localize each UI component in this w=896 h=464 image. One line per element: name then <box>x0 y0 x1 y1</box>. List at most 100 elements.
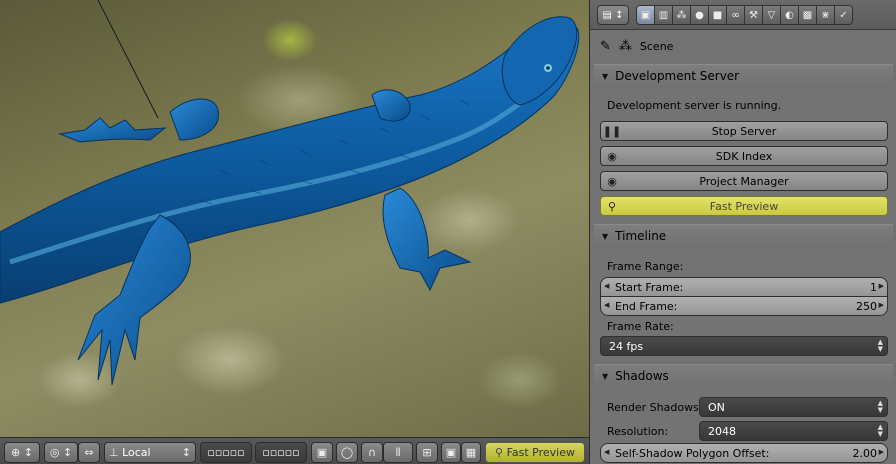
frame-rate-select[interactable]: 24 fps ▲ ▼ <box>600 336 888 356</box>
project-manager-label: Project Manager <box>699 174 789 188</box>
camera-icon: ▣ <box>445 446 457 459</box>
updown-arrows-icon: ↕ <box>23 446 33 459</box>
breadcrumb-scene: Scene <box>639 39 674 53</box>
layers-group-2[interactable]: ▫▫▫▫▫ <box>255 442 307 463</box>
tab-physics[interactable]: ✓ <box>834 5 853 25</box>
increment-arrow-icon[interactable]: ▶ <box>879 448 884 456</box>
magnifier-icon: ⚲ <box>607 199 617 213</box>
scene-icon: ⁂ <box>676 9 687 21</box>
panel-header-shadows[interactable]: ▼ Shadows <box>594 365 893 387</box>
updown-arrows-icon: ↕ <box>62 446 73 459</box>
panel-shadows: ▼ Shadows Render Shadows: ON ▲ ▼ Resoluti… <box>594 364 893 464</box>
end-frame-label: End Frame: <box>615 299 678 313</box>
collapse-triangle-icon: ▼ <box>602 231 609 241</box>
panel-header-timeline[interactable]: ▼ Timeline <box>594 225 893 247</box>
snap-element-icon: ⫴ <box>395 445 401 459</box>
tab-render-layers[interactable]: ▥ <box>654 5 673 25</box>
layers-icon: ▥ <box>658 9 669 21</box>
snap-toggle[interactable]: ∩ <box>361 442 383 463</box>
end-frame-field[interactable]: ◀ End Frame: 250 ▶ <box>600 296 888 316</box>
editor-type-button[interactable]: ⊕ ↕ <box>4 442 40 463</box>
sdk-index-button[interactable]: ◉ SDK Index <box>600 146 888 166</box>
increment-arrow-icon[interactable]: ▶ <box>879 301 884 309</box>
stop-server-label: Stop Server <box>711 124 777 138</box>
properties-editor: ▤ ↕ ▣ ▥ ⁂ ● ■ ∞ ⚒ ▽ ◐ ▩ ⋇ ✓ ✎ ⁂ Scene ▼ … <box>589 0 896 464</box>
updown-arrows-icon: ↕ <box>615 9 624 21</box>
grid-icon: ⊞ <box>422 446 432 459</box>
start-frame-field[interactable]: ◀ Start Frame: 1 ▶ <box>600 277 888 297</box>
material-icon: ◐ <box>785 9 794 21</box>
updown-arrows-icon: ▲ ▼ <box>877 423 883 438</box>
tab-constraints[interactable]: ∞ <box>726 5 745 25</box>
proportional-edit-button[interactable]: ◯ <box>336 442 358 463</box>
layers-icon: ▫▫▫▫▫ <box>262 446 300 459</box>
snap-element-select[interactable]: ⫴ <box>383 442 413 463</box>
layer-lock-button[interactable]: ▣ <box>311 442 333 463</box>
orientation-select[interactable]: ⊥ Local ↕ <box>104 442 196 463</box>
chain-icon: ∞ <box>731 9 740 21</box>
collapse-triangle-icon: ▼ <box>602 371 609 381</box>
properties-editor-icon: ▤ <box>602 9 612 21</box>
wrench-icon: ⚒ <box>749 9 758 21</box>
magnifier-icon: ⚲ <box>495 446 504 459</box>
tab-texture[interactable]: ▩ <box>798 5 817 25</box>
panel-header-development-server[interactable]: ▼ Development Server <box>594 65 893 87</box>
frame-rate-value: 24 fps <box>609 339 644 353</box>
self-shadow-offset-value: 2.00 <box>852 446 878 460</box>
frame-range-label: Frame Range: <box>607 260 684 273</box>
fast-preview-header-label: Fast Preview <box>506 446 575 459</box>
stop-server-button[interactable]: ❚❚ Stop Server <box>600 121 888 141</box>
fast-preview-label: Fast Preview <box>709 199 779 213</box>
layers-icon: ▫▫▫▫▫ <box>207 446 245 459</box>
tab-material[interactable]: ◐ <box>780 5 799 25</box>
orientation-label: Local <box>122 446 151 459</box>
tab-world[interactable]: ● <box>690 5 709 25</box>
project-manager-button[interactable]: ◉ Project Manager <box>600 171 888 191</box>
tab-object[interactable]: ■ <box>708 5 727 25</box>
server-status-text: Development server is running. <box>607 99 782 112</box>
circle-icon: ◯ <box>340 446 354 459</box>
clapper-icon: ▦ <box>465 446 477 459</box>
panel-development-server: ▼ Development Server Development server … <box>594 64 893 220</box>
updown-arrows-icon: ↕ <box>181 446 191 459</box>
manipulator-toggle[interactable]: ⇔ <box>78 442 100 463</box>
particles-icon: ⋇ <box>821 9 830 21</box>
render-shadows-label: Render Shadows: <box>607 401 703 414</box>
decrement-arrow-icon[interactable]: ◀ <box>604 448 609 456</box>
magnet-icon: ∩ <box>367 446 377 459</box>
fast-preview-header-button[interactable]: ⚲ Fast Preview <box>485 442 585 463</box>
scene-icon: ⁂ <box>618 38 632 54</box>
self-shadow-offset-label: Self-Shadow Polygon Offset: <box>615 446 770 460</box>
url-icon: ◉ <box>607 174 617 188</box>
collapse-triangle-icon: ▼ <box>602 71 609 81</box>
editor-type-button[interactable]: ▤ ↕ <box>597 5 629 25</box>
render-anim-button[interactable]: ▦ <box>461 442 481 463</box>
resolution-select[interactable]: 2048 ▲ ▼ <box>699 421 888 441</box>
pivot-icon: ◎ <box>49 446 60 459</box>
frame-rate-label: Frame Rate: <box>607 320 674 333</box>
3d-viewport[interactable] <box>0 0 589 437</box>
updown-arrows-icon: ▲ ▼ <box>877 399 883 414</box>
tab-modifiers[interactable]: ⚒ <box>744 5 763 25</box>
tab-data[interactable]: ▽ <box>762 5 781 25</box>
camera-icon: ▣ <box>640 9 651 21</box>
tab-scene[interactable]: ⁂ <box>672 5 691 25</box>
increment-arrow-icon[interactable]: ▶ <box>879 282 884 290</box>
pivot-point-button[interactable]: ◎ ↕ <box>44 442 78 463</box>
start-frame-label: Start Frame: <box>615 280 684 294</box>
render-camera-button[interactable]: ▣ <box>441 442 461 463</box>
fast-preview-button[interactable]: ⚲ Fast Preview <box>600 196 888 216</box>
snap-target-button[interactable]: ⊞ <box>416 442 438 463</box>
pin-icon[interactable]: ✎ <box>600 39 611 54</box>
physics-icon: ✓ <box>839 9 848 21</box>
decrement-arrow-icon[interactable]: ◀ <box>604 301 609 309</box>
panel-title: Shadows <box>615 369 669 383</box>
lizard-model <box>0 0 580 386</box>
tab-particles[interactable]: ⋇ <box>816 5 835 25</box>
panel-title: Development Server <box>615 69 740 83</box>
decrement-arrow-icon[interactable]: ◀ <box>604 282 609 290</box>
self-shadow-offset-field[interactable]: ◀ Self-Shadow Polygon Offset: 2.00 ▶ <box>600 443 888 463</box>
layers-group-1[interactable]: ▫▫▫▫▫ <box>200 442 252 463</box>
render-shadows-select[interactable]: ON ▲ ▼ <box>699 397 888 417</box>
tab-render[interactable]: ▣ <box>636 5 655 25</box>
